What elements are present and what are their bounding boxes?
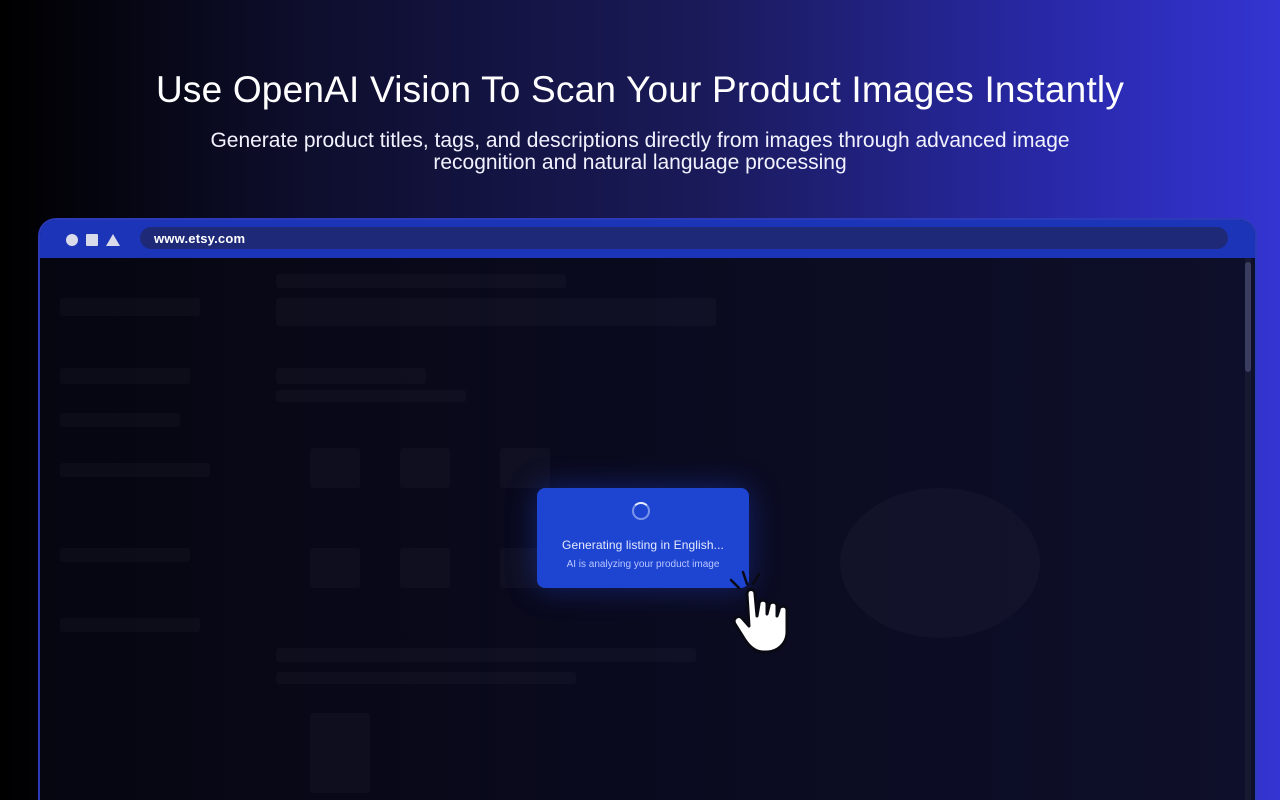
window-controls <box>66 233 120 247</box>
address-url: www.etsy.com <box>154 230 246 246</box>
browser-toolbar: www.etsy.com <box>40 220 1255 259</box>
browser-window: www.etsy.com Generating listing in Engli… <box>38 218 1257 800</box>
address-bar[interactable]: www.etsy.com <box>140 227 1228 249</box>
ghost-section-label <box>276 390 466 402</box>
ghost-sidebar-item <box>60 463 210 477</box>
loading-title: Generating listing in English... <box>562 538 724 552</box>
hero-section: Use OpenAI Vision To Scan Your Product I… <box>0 0 1280 210</box>
hand-pointer-icon <box>729 570 789 654</box>
page-viewport: Generating listing in English... AI is a… <box>40 258 1255 800</box>
loading-modal: Generating listing in English... AI is a… <box>537 488 749 588</box>
ghost-photo-slot <box>400 548 450 588</box>
ghost-sidebar-item <box>60 548 190 562</box>
loading-subtitle: AI is analyzing your product image <box>566 559 720 570</box>
loading-spinner-icon <box>632 502 650 520</box>
ghost-sidebar-item <box>60 618 200 632</box>
hero-title: Use OpenAI Vision To Scan Your Product I… <box>155 69 1125 110</box>
circle-icon[interactable] <box>66 234 78 246</box>
ghost-heading <box>276 274 566 288</box>
square-icon[interactable] <box>86 234 98 246</box>
ghost-title-block <box>276 298 716 326</box>
triangle-icon[interactable] <box>106 234 120 246</box>
hero-subtitle: Generate product titles, tags, and descr… <box>210 129 1070 174</box>
ghost-photo-slot <box>310 448 360 488</box>
ghost-photo-slot <box>400 448 450 488</box>
ghost-photo-slot <box>310 548 360 588</box>
ghost-sidebar-item <box>60 368 190 384</box>
ghost-section-label <box>276 368 426 384</box>
ghost-thumbnail <box>310 713 370 793</box>
ghost-preview-panel <box>840 488 1040 638</box>
ghost-photo-slot <box>500 448 550 488</box>
ghost-sidebar-item <box>60 413 180 427</box>
ghost-text-line <box>276 672 576 684</box>
ghost-text-line <box>276 648 696 662</box>
ghost-sidebar-item <box>60 298 200 316</box>
scrollbar-thumb[interactable] <box>1245 262 1251 372</box>
